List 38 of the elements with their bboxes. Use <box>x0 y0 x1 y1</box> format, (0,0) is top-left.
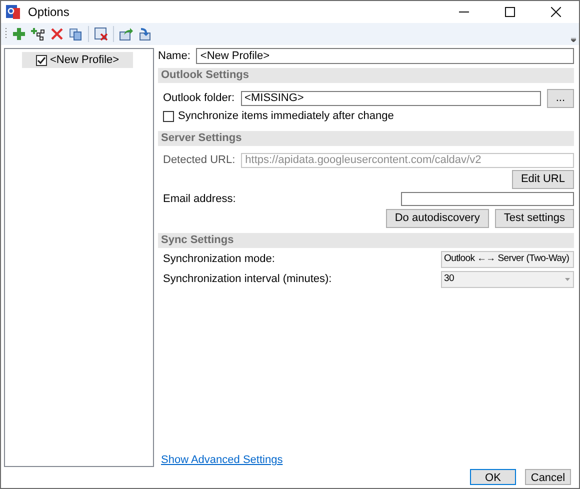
app-icon <box>6 5 20 19</box>
maximize-icon[interactable] <box>505 7 515 17</box>
dialog-button[interactable]: OK <box>470 469 516 485</box>
checkbox[interactable] <box>163 110 174 122</box>
outlook-folder-label: Outlook folder: <box>163 90 235 106</box>
outlook-folder-field[interactable]: <MISSING> <box>240 90 541 106</box>
email-label: Email address: <box>163 192 236 207</box>
setting-label: Synchronization mode: <box>163 252 275 268</box>
test-settings-button[interactable]: Test settings <box>494 209 574 228</box>
delete-icon[interactable] <box>50 27 64 41</box>
copy-icon[interactable] <box>69 27 83 41</box>
edit-url-button[interactable]: Edit URL <box>512 170 574 189</box>
section-header: Outlook Settings <box>158 68 574 83</box>
tree-item[interactable]: <New Profile> <box>22 52 134 68</box>
detected-url-label: Detected URL: <box>163 152 236 168</box>
window-title: Options <box>28 4 70 21</box>
dropdown-arrow-icon <box>565 278 570 281</box>
checkbox-label: Synchronize items immediately after change <box>178 108 394 124</box>
close-icon[interactable] <box>551 7 561 17</box>
autodiscovery-button[interactable]: Do autodiscovery <box>386 209 489 228</box>
email-field[interactable] <box>401 192 574 206</box>
clear-icon[interactable] <box>94 27 108 41</box>
export-icon[interactable] <box>119 27 133 41</box>
add-icon[interactable] <box>12 27 26 41</box>
name-label: Name: <box>158 48 190 64</box>
dropdown[interactable]: 30 <box>441 271 574 288</box>
dialog-button[interactable]: Cancel <box>525 469 571 485</box>
setting-label: Synchronization interval (minutes): <box>163 272 332 288</box>
show-advanced-link[interactable]: Show Advanced Settings <box>161 454 283 466</box>
browse-button[interactable]: ... <box>546 88 574 108</box>
section-header: Server Settings <box>158 131 574 146</box>
import-icon[interactable] <box>138 27 152 41</box>
add-multiple-icon[interactable] <box>31 27 45 41</box>
overflow-icon[interactable] <box>571 38 576 42</box>
section-header: Sync Settings <box>158 233 574 248</box>
checkbox[interactable] <box>36 54 47 66</box>
dropdown[interactable]: Outlook ←→ Server (Two-Way) <box>441 251 574 268</box>
name-field[interactable]: <New Profile> <box>196 48 574 64</box>
